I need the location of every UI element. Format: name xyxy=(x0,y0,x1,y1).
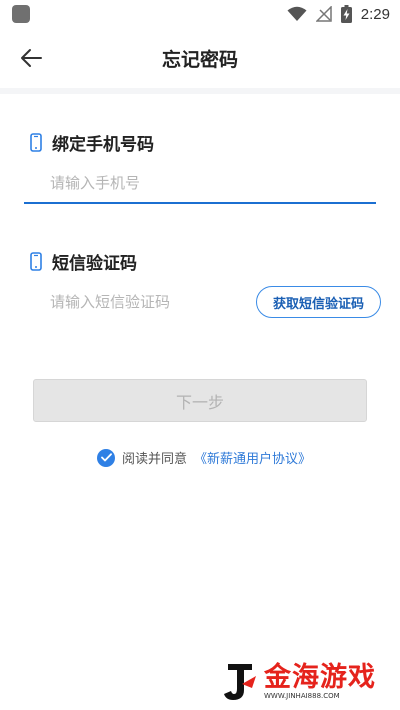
battery-charging-icon xyxy=(340,5,352,23)
mobile-phone-icon xyxy=(30,133,42,152)
mobile-phone-icon xyxy=(30,252,42,271)
phone-input[interactable] xyxy=(50,170,370,196)
phone-label-text: 绑定手机号码 xyxy=(52,135,154,155)
code-section-label: 短信验证码 xyxy=(30,249,137,274)
watermark: 金海游戏 WWW.JINHAI888.COM xyxy=(222,662,376,702)
phone-section-label: 绑定手机号码 xyxy=(30,130,154,155)
status-bar: 2:29 xyxy=(0,0,400,28)
agreement-row: 阅读并同意 《新薪通用户协议》 xyxy=(97,448,311,467)
watermark-text-block: 金海游戏 WWW.JINHAI888.COM xyxy=(264,664,376,700)
watermark-logo-icon xyxy=(224,664,256,700)
status-icons: 2:29 xyxy=(287,4,390,24)
agreement-text: 阅读并同意 xyxy=(122,452,188,467)
code-label-text: 短信验证码 xyxy=(52,254,137,274)
get-sms-code-button[interactable]: 获取短信验证码 xyxy=(256,286,381,318)
checkmark-icon xyxy=(100,453,112,462)
page-title: 忘记密码 xyxy=(161,49,238,71)
next-step-button[interactable]: 下一步 xyxy=(33,379,367,422)
status-time: 2:29 xyxy=(360,5,390,23)
no-signal-icon xyxy=(315,6,332,22)
phone-input-underline xyxy=(24,202,376,204)
user-agreement-link[interactable]: 《新薪通用户协议》 xyxy=(194,448,311,467)
app-bar: 忘记密码 xyxy=(0,28,400,88)
agreement-checkbox[interactable] xyxy=(97,448,115,467)
wifi-icon xyxy=(287,6,307,21)
notification-icon xyxy=(12,5,30,23)
header-divider xyxy=(0,88,400,94)
watermark-url: WWW.JINHAI888.COM xyxy=(264,692,340,700)
watermark-title: 金海游戏 xyxy=(264,662,376,693)
sms-code-input[interactable] xyxy=(50,289,240,315)
